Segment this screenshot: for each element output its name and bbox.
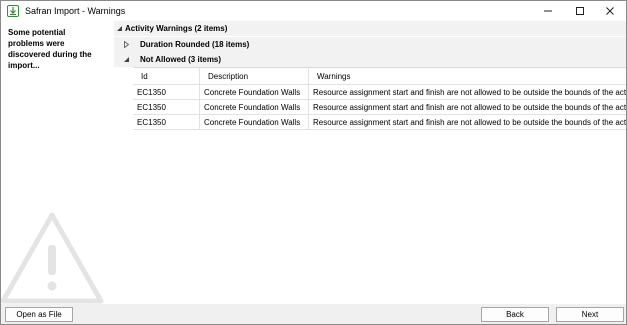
close-button[interactable] (594, 1, 626, 21)
group-activity-warnings[interactable]: Activity Warnings (2 items) (114, 21, 626, 36)
group-label: Activity Warnings (2 items) (125, 24, 228, 33)
import-download-icon (7, 5, 19, 17)
cell-description: Concrete Foundation Walls (200, 100, 309, 114)
minimize-icon (544, 10, 552, 12)
maximize-button[interactable] (564, 1, 596, 21)
cell-id: EC1350 (133, 85, 200, 99)
cell-warning: Resource assignment start and finish are… (313, 118, 626, 127)
column-header-id[interactable]: Id (133, 68, 200, 84)
cell-warning: Resource assignment start and finish are… (313, 88, 626, 97)
cell-description: Concrete Foundation Walls (200, 115, 309, 129)
expand-arrow-icon[interactable] (123, 41, 130, 48)
window-title: Safran Import - Warnings (25, 6, 126, 16)
group-label: Not Allowed (3 items) (140, 55, 222, 64)
back-button[interactable]: Back (481, 307, 549, 322)
open-as-file-button[interactable]: Open as File (5, 307, 73, 322)
collapse-arrow-icon[interactable] (116, 25, 123, 32)
title-bar: Safran Import - Warnings (1, 1, 626, 21)
left-info-panel: Some potential problems were discovered … (1, 21, 114, 304)
minimize-button[interactable] (532, 1, 564, 21)
problems-message: Some potential problems were discovered … (8, 28, 92, 70)
table-row[interactable]: EC1350 Concrete Foundation Walls Resourc… (133, 100, 626, 115)
maximize-icon (576, 7, 584, 15)
group-duration-rounded[interactable]: Duration Rounded (18 items) (114, 37, 626, 52)
cell-description: Concrete Foundation Walls (200, 85, 309, 99)
warnings-window: Safran Import - Warnings Some potential … (0, 0, 627, 325)
cell-id: EC1350 (133, 100, 200, 114)
group-label: Duration Rounded (18 items) (140, 40, 250, 49)
column-header-description[interactable]: Description (200, 68, 309, 84)
table-row[interactable]: EC1350 Concrete Foundation Walls Resourc… (133, 115, 626, 130)
button-bar: Open as File Back Next (1, 304, 626, 324)
collapse-arrow-icon[interactable] (123, 56, 130, 63)
table-row[interactable]: EC1350 Concrete Foundation Walls Resourc… (133, 85, 626, 100)
group-not-allowed[interactable]: Not Allowed (3 items) (114, 52, 626, 67)
warnings-tree-panel: Activity Warnings (2 items) Duration Rou… (114, 21, 626, 304)
cell-id: EC1350 (133, 115, 200, 129)
warning-watermark-icon (1, 212, 104, 304)
cell-warning: Resource assignment start and finish are… (313, 103, 626, 112)
next-button[interactable]: Next (556, 307, 624, 322)
warnings-table: Id Description Warnings EC1350 Concrete … (133, 67, 626, 130)
table-header: Id Description Warnings (133, 68, 626, 85)
close-icon (606, 7, 614, 15)
column-header-warnings[interactable]: Warnings (309, 68, 626, 84)
